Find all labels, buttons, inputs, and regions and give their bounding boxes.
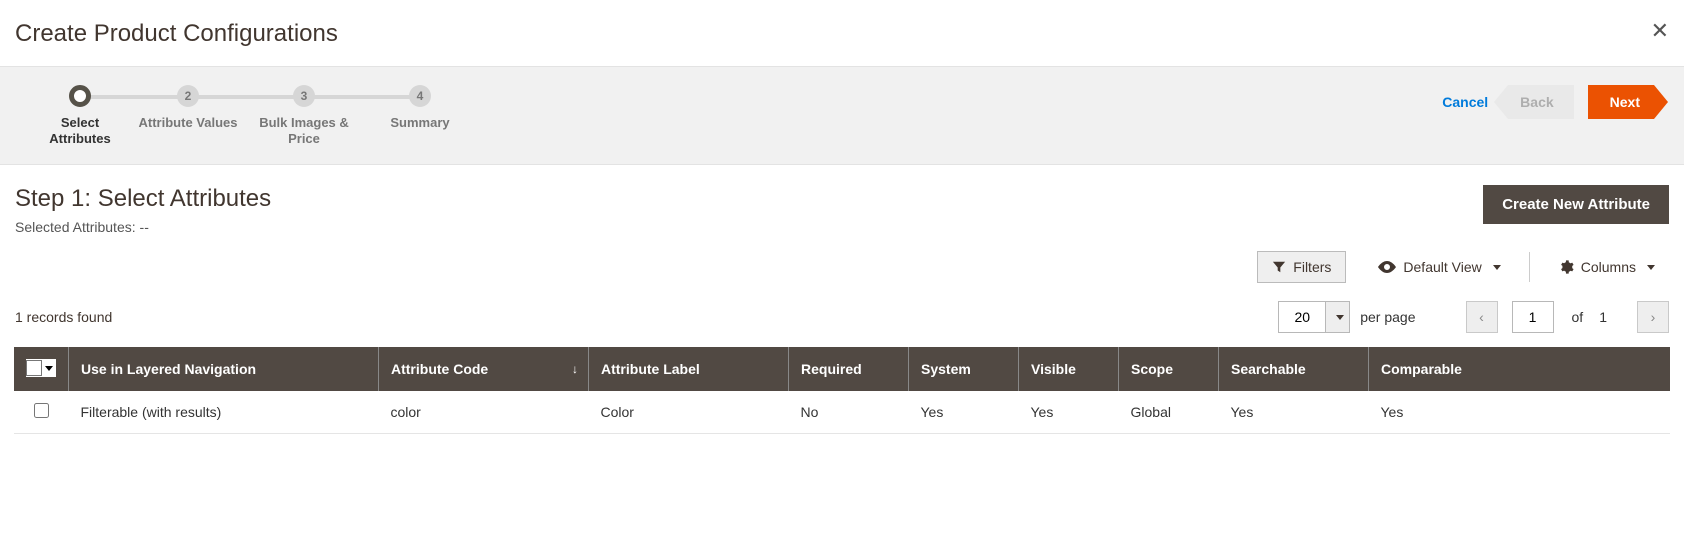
funnel-icon: [1272, 260, 1286, 274]
chevron-down-icon: [1336, 315, 1344, 320]
attributes-grid: Use in Layered Navigation Attribute Code…: [14, 347, 1670, 434]
step-heading: Step 1: Select Attributes: [15, 185, 271, 213]
select-all-checkbox[interactable]: [26, 359, 56, 377]
next-page-button[interactable]: ›: [1637, 301, 1669, 333]
step-circle: 3: [293, 85, 315, 107]
col-system[interactable]: System: [909, 347, 1019, 391]
filters-button[interactable]: Filters: [1257, 251, 1346, 283]
cell-searchable: Yes: [1219, 391, 1369, 434]
columns-button[interactable]: Columns: [1544, 252, 1669, 282]
page-input[interactable]: [1512, 301, 1554, 333]
cell-comparable: Yes: [1369, 391, 1671, 434]
selected-attributes-label: Selected Attributes:: [15, 219, 136, 235]
chevron-right-icon: ›: [1651, 310, 1656, 324]
cell-required: No: [789, 391, 909, 434]
cell-attr-code: color: [379, 391, 589, 434]
chevron-down-icon: [1647, 265, 1655, 270]
create-new-attribute-button[interactable]: Create New Attribute: [1483, 185, 1669, 224]
table-row[interactable]: Filterable (with results) color Color No…: [14, 391, 1670, 434]
chevron-down-icon: [45, 366, 53, 371]
step-label: Summary: [390, 115, 449, 131]
records-found: 1 records found: [15, 309, 112, 325]
of-label: of: [1572, 309, 1584, 325]
chevron-down-icon: [1493, 265, 1501, 270]
col-comparable[interactable]: Comparable: [1369, 347, 1671, 391]
close-icon[interactable]: ✕: [1651, 20, 1669, 42]
eye-icon: [1378, 261, 1396, 273]
sort-arrow-icon: ↓: [572, 362, 578, 376]
columns-label: Columns: [1581, 259, 1636, 275]
per-page-input[interactable]: [1278, 301, 1326, 333]
selected-attributes: Selected Attributes: --: [15, 219, 271, 235]
filters-label: Filters: [1293, 259, 1331, 275]
step-label: Attribute Values: [139, 115, 238, 131]
per-page-dropdown[interactable]: [1326, 301, 1350, 333]
col-scope[interactable]: Scope: [1119, 347, 1219, 391]
total-pages: 1: [1599, 309, 1607, 325]
cell-scope: Global: [1119, 391, 1219, 434]
col-searchable[interactable]: Searchable: [1219, 347, 1369, 391]
col-required[interactable]: Required: [789, 347, 909, 391]
chevron-left-icon: ‹: [1479, 310, 1484, 324]
select-all-dropdown[interactable]: [42, 360, 56, 376]
gear-icon: [1558, 259, 1574, 275]
next-button[interactable]: Next: [1588, 85, 1654, 119]
step-label: Select Attributes: [30, 115, 130, 146]
selected-attributes-value: --: [140, 219, 149, 235]
cell-attr-label: Color: [589, 391, 789, 434]
step-circle: 4: [409, 85, 431, 107]
modal-title: Create Product Configurations: [15, 20, 338, 48]
default-view-label: Default View: [1403, 259, 1481, 275]
cancel-link[interactable]: Cancel: [1442, 94, 1488, 110]
cell-layered-nav: Filterable (with results): [69, 391, 379, 434]
per-page-label: per page: [1360, 309, 1415, 325]
col-attr-code-label: Attribute Code: [391, 361, 488, 377]
prev-page-button[interactable]: ‹: [1466, 301, 1498, 333]
cell-visible: Yes: [1019, 391, 1119, 434]
wizard-steps: 1 Select Attributes 2 Attribute Values 3…: [30, 85, 478, 146]
default-view-button[interactable]: Default View: [1364, 252, 1514, 282]
back-button[interactable]: Back: [1508, 85, 1573, 119]
step-circle: 1: [69, 85, 91, 107]
col-attr-code[interactable]: Attribute Code ↓: [379, 347, 589, 391]
step-circle: 2: [177, 85, 199, 107]
step-label: Bulk Images & Price: [246, 115, 362, 146]
col-visible[interactable]: Visible: [1019, 347, 1119, 391]
row-checkbox[interactable]: [34, 403, 49, 418]
step-4[interactable]: 4 Summary: [362, 85, 478, 131]
col-attr-label[interactable]: Attribute Label: [589, 347, 789, 391]
col-layered-nav[interactable]: Use in Layered Navigation: [69, 347, 379, 391]
cell-system: Yes: [909, 391, 1019, 434]
step-2[interactable]: 2 Attribute Values: [130, 85, 246, 131]
col-checkbox[interactable]: [14, 347, 69, 391]
checkbox-icon: [26, 360, 42, 376]
step-1[interactable]: 1 Select Attributes: [30, 85, 130, 146]
